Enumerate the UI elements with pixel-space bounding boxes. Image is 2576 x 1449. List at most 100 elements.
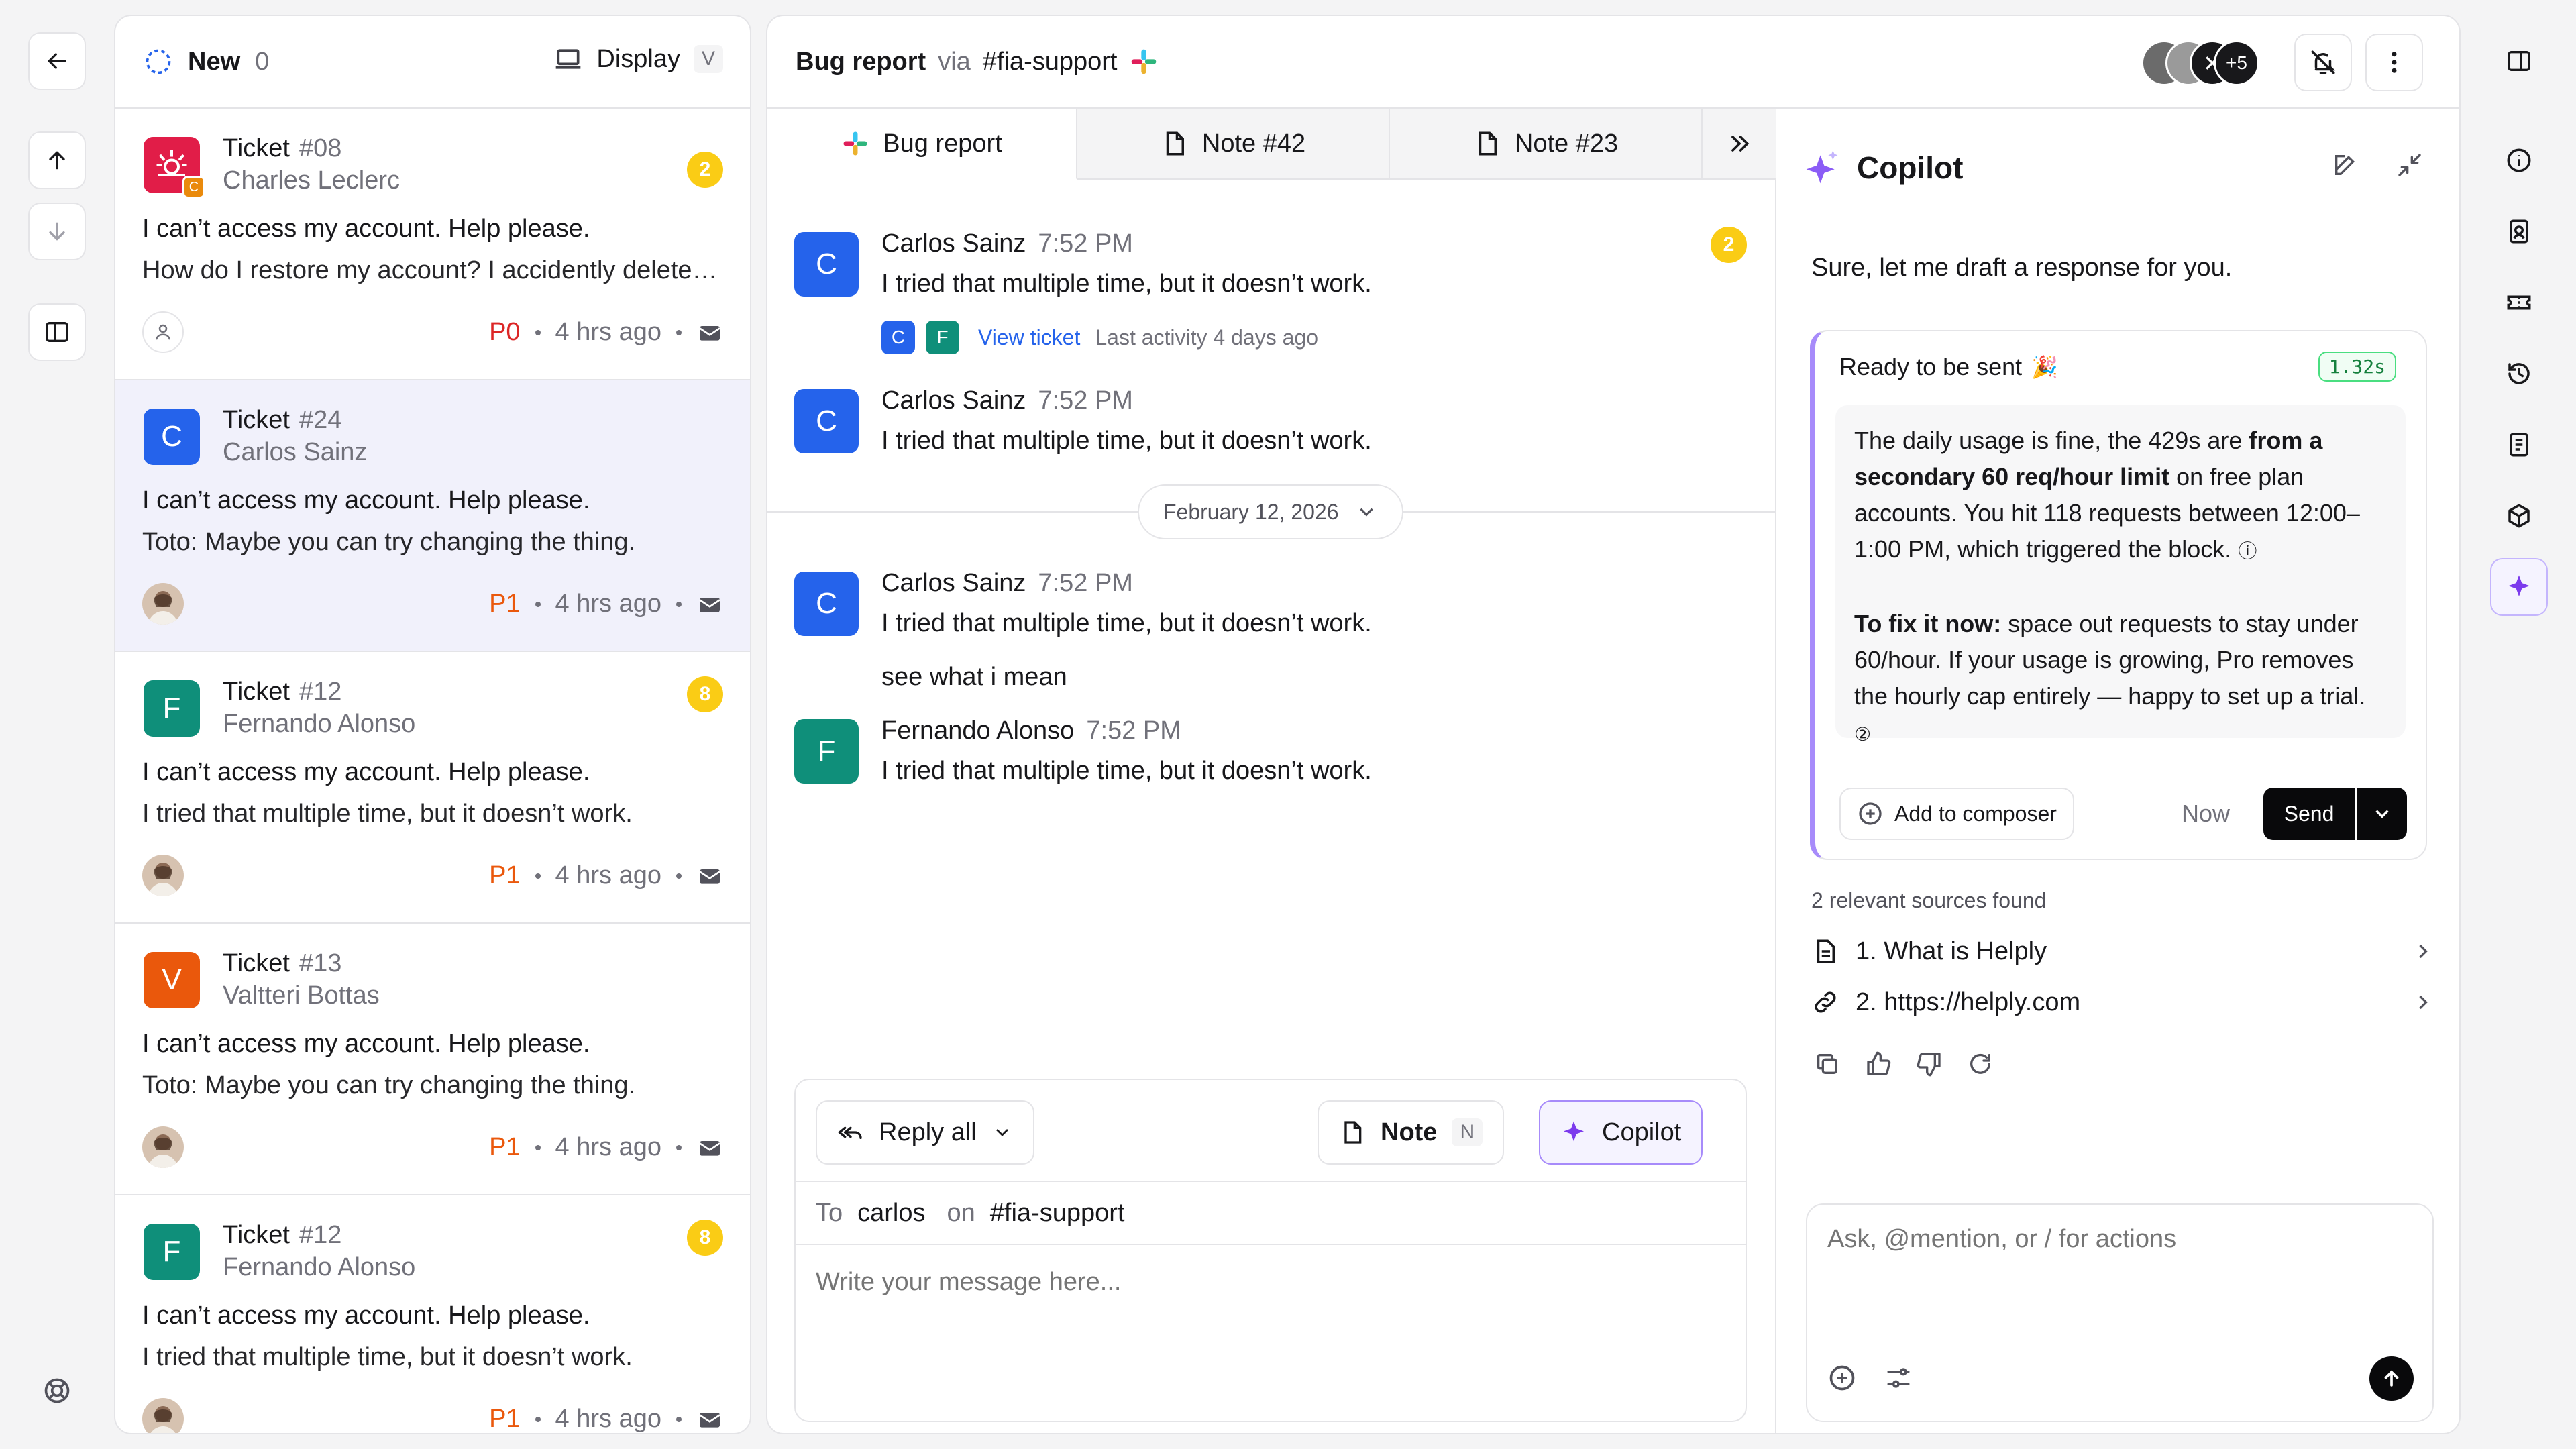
message-text: I tried that multiple time, but it doesn…	[881, 270, 1372, 298]
assignee-empty[interactable]	[142, 311, 184, 353]
ticket-title: Ticket #08	[223, 134, 342, 162]
ticket-subject: I can’t access my account. Help please.	[142, 758, 590, 786]
contact-icon	[2510, 219, 2528, 244]
ticket-footer: P1 4 hrs ago	[142, 1126, 723, 1171]
message-input[interactable]	[816, 1268, 1721, 1402]
ticket-footer: P1 4 hrs ago	[142, 583, 723, 627]
help-button[interactable]	[28, 1362, 86, 1419]
ticket-item[interactable]: C Ticket #08 Charles Leclerc 2 I can’t ac…	[115, 109, 750, 380]
display-button[interactable]: Display V	[553, 44, 723, 74]
message-avatar: F	[794, 719, 859, 784]
notes-button[interactable]	[2490, 416, 2548, 474]
customer-button[interactable]	[2490, 203, 2548, 260]
tabs-overflow-button[interactable]	[1703, 109, 1776, 180]
arrow-up-icon	[2384, 1370, 2399, 1387]
to-value[interactable]: carlos	[857, 1199, 925, 1228]
minimize-button[interactable]	[2383, 138, 2436, 192]
ticket-avatar: V	[144, 952, 200, 1008]
copy-icon[interactable]	[1814, 1051, 1841, 1077]
info-icon: ⓘ	[2238, 541, 2257, 561]
assignee-avatar[interactable]	[142, 1126, 184, 1168]
unread-badge: 2	[687, 152, 723, 188]
linked-ticket-row: C F View ticket Last activity 4 days ago	[881, 321, 1318, 354]
unread-badge: 8	[687, 1220, 723, 1256]
display-label: Display	[596, 44, 680, 73]
new-chat-button[interactable]	[2318, 138, 2372, 192]
tab-bug-report[interactable]: Bug report	[767, 109, 1077, 180]
chevrons-right-icon	[1731, 136, 1750, 152]
note-button[interactable]: Note N	[1318, 1100, 1505, 1165]
ticket-item[interactable]: F Ticket #12 Fernando Alonso 8 I can’t ac…	[115, 1195, 750, 1433]
composer: Reply all Note N Copilot To carlos on #f…	[794, 1079, 1747, 1422]
info-button[interactable]	[2490, 131, 2548, 189]
tickets-button[interactable]	[2490, 274, 2548, 331]
ticket-subject: I can’t access my account. Help please.	[142, 486, 590, 515]
date-divider[interactable]: February 12, 2026	[1138, 484, 1403, 539]
send-button[interactable]: Send	[2263, 788, 2355, 840]
laptop-icon	[556, 49, 581, 69]
ticket-item-selected[interactable]: C Ticket #24 Carlos Sainz I can’t access …	[115, 380, 750, 652]
separator-dot	[535, 329, 541, 335]
more-options-button[interactable]	[2365, 34, 2423, 91]
sidebar-right-icon	[2508, 51, 2530, 71]
note-shortcut: N	[1452, 1118, 1483, 1146]
assignee-avatar[interactable]	[142, 1398, 184, 1433]
send-prompt-button[interactable]	[2369, 1356, 2414, 1401]
plus-circle-icon	[1859, 802, 1882, 825]
thumbs-down-icon[interactable]	[1916, 1051, 1943, 1077]
channel-value[interactable]: #fia-support	[990, 1199, 1125, 1228]
next-ticket-button[interactable]	[28, 203, 86, 260]
source-item[interactable]: 1. What is Helply	[1811, 931, 2435, 971]
back-button[interactable]	[28, 32, 86, 90]
ticket-item[interactable]: F Ticket #12 Fernando Alonso 8 I can’t ac…	[115, 652, 750, 924]
tab-note-42[interactable]: Note #42	[1077, 109, 1390, 180]
toggle-sidebar-button[interactable]	[28, 303, 86, 361]
assignee-avatar[interactable]	[142, 583, 184, 625]
separator-dot	[535, 1416, 541, 1422]
settings-sliders-icon[interactable]	[1884, 1363, 1913, 1393]
copilot-intro: Sure, let me draft a response for you.	[1811, 254, 2233, 282]
conversation-column: Bug report Note #42 Note #23 C Carlos Sa…	[767, 109, 1776, 1433]
message-text: I tried that multiple time, but it doesn…	[881, 609, 1372, 637]
minimize-icon	[2398, 154, 2421, 176]
separator-dot	[676, 873, 682, 879]
copilot-input[interactable]	[1827, 1225, 2411, 1305]
close-copilot-button[interactable]	[2447, 138, 2459, 192]
send-time[interactable]: Now	[2182, 800, 2230, 828]
draft-card: Ready to be sent 🎉 1.32s The daily usage…	[1810, 330, 2427, 860]
on-label: on	[947, 1198, 975, 1227]
message-header: Carlos Sainz 7:52 PM	[881, 569, 1133, 597]
add-to-composer-button[interactable]: Add to composer	[1839, 788, 2074, 840]
ticket-avatar: F	[144, 680, 200, 737]
tab-note-23[interactable]: Note #23	[1390, 109, 1703, 180]
channel-name[interactable]: #fia-support	[983, 48, 1118, 76]
history-button[interactable]	[2490, 345, 2548, 402]
integrations-button[interactable]	[2490, 487, 2548, 545]
conversation-title: Bug report	[796, 47, 926, 76]
copilot-button[interactable]: Copilot	[1539, 1100, 1703, 1165]
tab-label: Note #42	[1201, 129, 1306, 158]
participants[interactable]: +5	[2141, 40, 2259, 87]
copilot-rail-button[interactable]	[2490, 558, 2548, 616]
recipient-row: To carlos on #fia-support	[796, 1181, 1746, 1245]
mini-avatar: F	[926, 321, 959, 354]
message-header: Carlos Sainz 7:52 PM	[881, 229, 1133, 258]
ticket-title: Ticket #24	[223, 406, 342, 434]
message-header: Carlos Sainz 7:52 PM	[881, 386, 1133, 415]
toggle-right-panel-button[interactable]	[2490, 32, 2548, 90]
regenerate-icon[interactable]	[1967, 1051, 1994, 1077]
plus-circle-icon[interactable]	[1827, 1363, 1857, 1393]
status-filter[interactable]: New 0	[144, 47, 269, 76]
mute-notifications-button[interactable]	[2294, 34, 2352, 91]
view-ticket-link[interactable]: View ticket	[978, 325, 1080, 350]
send-options-button[interactable]	[2357, 788, 2407, 840]
ticket-avatar: C	[144, 137, 205, 199]
ticket-item[interactable]: V Ticket #13 Valtteri Bottas I can’t acce…	[115, 924, 750, 1195]
ticket-subject: I can’t access my account. Help please.	[142, 215, 590, 243]
previous-ticket-button[interactable]	[28, 131, 86, 189]
priority-label: P1	[489, 1405, 521, 1433]
source-item[interactable]: 2. https://helply.com	[1811, 982, 2435, 1022]
reply-all-button[interactable]: Reply all	[816, 1100, 1034, 1165]
thumbs-up-icon[interactable]	[1865, 1051, 1892, 1077]
assignee-avatar[interactable]	[142, 855, 184, 896]
